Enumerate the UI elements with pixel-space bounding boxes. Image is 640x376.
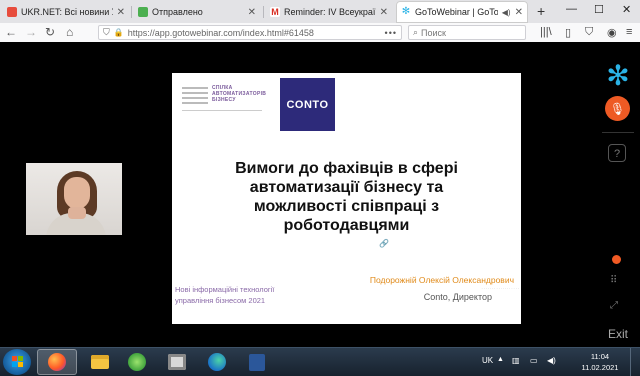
logo-divider	[182, 110, 262, 111]
forward-icon[interactable]: →	[25, 25, 37, 39]
webinar-control-panel: ✻ 🎙 ? ⠿ ⤢ Exit	[596, 42, 640, 347]
tab-divider	[263, 6, 264, 18]
close-icon[interactable]: ✕	[380, 7, 388, 18]
close-icon[interactable]: ✕	[248, 7, 256, 18]
battery-icon[interactable]: ▭	[530, 356, 538, 365]
link-icon: 🔗	[379, 239, 389, 248]
volume-icon[interactable]: ◀)	[547, 356, 556, 365]
logo-stripe	[182, 92, 208, 94]
speaker-name: Подорожній Олексій Олександрович	[369, 275, 514, 285]
shield-extension-icon[interactable]: ⛉	[585, 26, 593, 39]
gmail-favicon-icon: M	[270, 7, 280, 17]
url-text[interactable]: https://app.gotowebinar.com/index.html#6…	[128, 28, 314, 38]
reload-icon[interactable]: ↻	[45, 25, 55, 39]
conto-logo: CONTO	[280, 78, 335, 131]
address-bar[interactable]: ⛉ 🔒 https://app.gotowebinar.com/index.ht…	[98, 25, 402, 40]
webcam-person-neck	[68, 207, 86, 219]
presentation-slide: СПІЛКА АВТОМАТИЗАТОРІВ БІЗНЕСУ CONTO Вим…	[172, 73, 521, 324]
windows-taskbar: UK ▲ ▥ ▭ ◀) 11:04 11.02.2021	[0, 347, 640, 376]
recording-indicator-icon	[612, 255, 621, 264]
slide-title: Вимоги до фахівців в сфері автоматизації…	[235, 160, 458, 234]
conference-name: Нові інформаційні технології управління …	[175, 285, 275, 305]
word-taskbar-button[interactable]	[237, 349, 277, 375]
grabtab-icon[interactable]: ⠿	[610, 275, 617, 286]
new-tab-button[interactable]: +	[537, 3, 545, 19]
tab-title: Отправлено	[152, 7, 203, 17]
fullscreen-icon[interactable]: ⤢	[610, 300, 618, 311]
windows-logo-icon	[12, 356, 23, 367]
folder-icon	[91, 355, 109, 369]
edge-taskbar-button[interactable]	[197, 349, 237, 375]
maximize-button[interactable]: ☐	[594, 3, 604, 16]
search-icon: ⌕	[413, 27, 419, 37]
minimize-button[interactable]: —	[566, 3, 577, 15]
logo-stripe	[182, 97, 208, 99]
tab-divider	[131, 6, 132, 18]
firefox-taskbar-button[interactable]	[37, 349, 77, 375]
ukrnet-favicon-icon	[7, 7, 17, 17]
tab-title: GoToWebinar | GoToWe	[415, 7, 498, 17]
speaker-icon[interactable]: ◀)	[502, 8, 511, 17]
logo-stripe	[182, 87, 208, 89]
network-icon[interactable]: ▥	[512, 356, 520, 365]
library-icon[interactable]: |||\	[540, 26, 552, 38]
microphone-muted-icon: 🎙	[609, 101, 626, 116]
tab-ukrnet[interactable]: UKR.NET: Всі новини Украї ✕	[2, 2, 130, 22]
union-logo: СПІЛКА АВТОМАТИЗАТОРІВ БІЗНЕСУ	[182, 85, 266, 113]
tab-gotowebinar[interactable]: ✻ GoToWebinar | GoToWe ◀) ✕	[396, 1, 528, 23]
speaker-note: · · · · · · · · · · · · · · · · · ·	[481, 287, 519, 291]
close-icon[interactable]: ✕	[117, 7, 125, 18]
language-indicator[interactable]: UK	[482, 356, 493, 365]
show-desktop-button[interactable]	[630, 348, 640, 376]
webcam-video[interactable]	[26, 163, 122, 235]
video-app-taskbar-button[interactable]	[157, 349, 197, 375]
gotowebinar-logo-icon: ✻	[606, 60, 630, 91]
close-window-button[interactable]: ✕	[622, 3, 631, 16]
mail-favicon-icon	[138, 7, 148, 17]
media-player-taskbar-button[interactable]	[117, 349, 157, 375]
browser-nav-bar: ← → ↻ ⌂ ⛉ 🔒 https://app.gotowebinar.com/…	[0, 23, 640, 43]
sidebar-toggle-icon[interactable]: ▯	[565, 26, 571, 39]
tab-title: Reminder: IV Всеукраїнськ	[284, 7, 376, 17]
tab-sent-mail[interactable]: Отправлено ✕	[133, 2, 261, 22]
tab-title: UKR.NET: Всі новини Украї	[21, 7, 113, 17]
search-placeholder: Поиск	[421, 27, 446, 38]
webcam-person-face	[64, 177, 90, 209]
account-icon[interactable]: ◉	[607, 26, 617, 39]
media-player-icon	[128, 353, 146, 371]
close-icon[interactable]: ✕	[515, 7, 523, 18]
logo-stripe	[182, 102, 208, 104]
shield-icon[interactable]: ⛉	[103, 27, 110, 38]
show-hidden-icons-icon[interactable]: ▲	[497, 356, 504, 363]
edge-icon	[208, 353, 226, 371]
gotowebinar-favicon-icon: ✻	[401, 6, 411, 17]
page-actions-icon[interactable]: •••	[385, 28, 401, 38]
clock-time: 11:04	[590, 352, 610, 361]
lock-icon[interactable]: 🔒	[114, 28, 124, 37]
clock-date: 11.02.2021	[581, 363, 619, 372]
firefox-icon	[48, 353, 66, 371]
union-logo-text: СПІЛКА АВТОМАТИЗАТОРІВ БІЗНЕСУ	[212, 85, 267, 103]
back-icon[interactable]: ←	[5, 25, 17, 39]
file-explorer-taskbar-button[interactable]	[80, 349, 120, 375]
start-button[interactable]	[3, 349, 31, 375]
microphone-button[interactable]: 🎙	[605, 96, 630, 121]
home-icon[interactable]: ⌂	[66, 25, 73, 39]
system-clock[interactable]: 11:04 11.02.2021	[575, 351, 625, 373]
video-icon	[168, 354, 186, 370]
exit-button[interactable]: Exit	[596, 327, 640, 341]
search-input[interactable]: ⌕ Поиск	[408, 25, 526, 40]
panel-divider	[602, 132, 634, 133]
speaker-company: Conto, Директор	[423, 292, 492, 302]
word-icon	[249, 353, 265, 371]
questions-icon[interactable]: ?	[608, 144, 626, 162]
tab-gmail-reminder[interactable]: M Reminder: IV Всеукраїнськ ✕	[265, 2, 393, 22]
browser-tab-bar: UKR.NET: Всі новини Украї ✕ Отправлено ✕…	[0, 0, 640, 24]
menu-icon[interactable]: ≡	[626, 26, 632, 38]
